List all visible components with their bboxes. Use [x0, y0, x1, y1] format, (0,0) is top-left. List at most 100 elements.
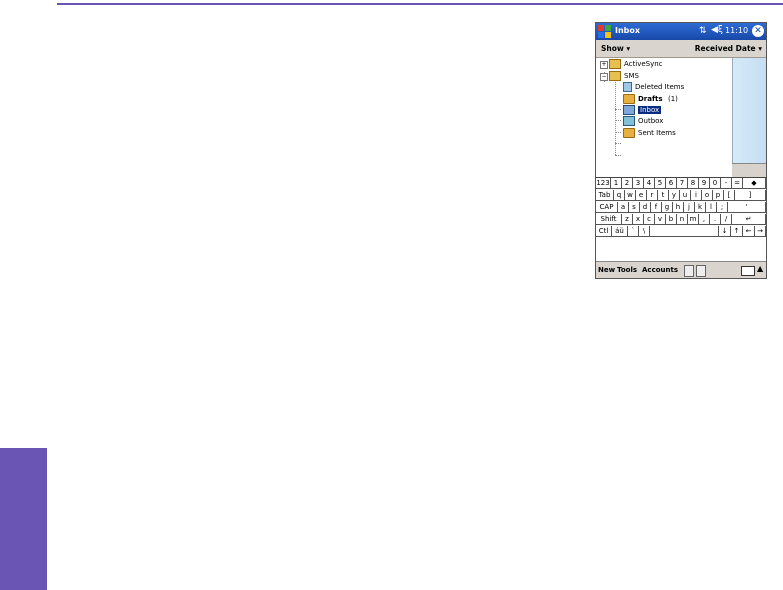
key[interactable]: , — [699, 214, 710, 225]
folder-inbox[interactable]: Inbox — [623, 105, 662, 115]
key[interactable]: ` — [628, 226, 639, 237]
key-space[interactable] — [650, 226, 719, 237]
key[interactable]: . — [710, 214, 721, 225]
key[interactable]: 8 — [688, 178, 699, 189]
folder-drafts[interactable]: Drafts (1) — [623, 94, 678, 104]
key[interactable]: r — [647, 190, 658, 201]
key[interactable]: 5 — [655, 178, 666, 189]
key[interactable]: 7 — [677, 178, 688, 189]
collapse-toggle[interactable]: − — [600, 73, 608, 81]
keyboard-icon[interactable] — [741, 266, 755, 276]
key-shift[interactable]: Shift — [596, 214, 622, 225]
key-left[interactable]: ← — [743, 226, 755, 237]
scrollbar-bottom[interactable] — [732, 163, 766, 178]
window-title: Inbox — [615, 26, 641, 35]
key[interactable]: g — [662, 202, 673, 213]
drafts-count: (1) — [667, 95, 678, 103]
key-accents[interactable]: áü — [612, 226, 628, 237]
clock[interactable]: 11:10 — [725, 26, 748, 35]
folder-tree: + ActiveSync − SMS Deleted Items Drafts … — [596, 58, 732, 177]
key[interactable]: = — [732, 178, 743, 189]
key[interactable]: c — [644, 214, 655, 225]
key[interactable]: t — [658, 190, 669, 201]
keyboard-row-qwerty: Tab q w e r t y u i o p [ ] — [596, 190, 766, 202]
key[interactable]: k — [695, 202, 706, 213]
key[interactable]: 1 — [611, 178, 622, 189]
trash-icon — [623, 82, 632, 92]
accounts-menu[interactable]: Accounts — [642, 266, 678, 274]
keyboard-row-asdf: CAP a s d f g h j k l ; ' — [596, 202, 766, 214]
key[interactable]: ' — [728, 202, 766, 213]
key[interactable]: h — [673, 202, 684, 213]
key[interactable]: l — [706, 202, 717, 213]
send-receive-icon[interactable] — [684, 265, 694, 277]
key[interactable]: m — [688, 214, 699, 225]
key[interactable]: q — [614, 190, 625, 201]
key-right[interactable]: → — [755, 226, 766, 237]
key[interactable]: j — [684, 202, 695, 213]
key-ctrl[interactable]: Ctl — [596, 226, 612, 237]
key[interactable]: n — [677, 214, 688, 225]
show-menu[interactable]: Show ▾ — [601, 44, 630, 53]
key[interactable]: / — [721, 214, 732, 225]
sort-menu[interactable]: Received Date ▾ — [695, 44, 762, 53]
key[interactable]: ; — [717, 202, 728, 213]
folder-outbox[interactable]: Outbox — [623, 116, 663, 126]
key[interactable]: - — [721, 178, 732, 189]
key[interactable]: w — [625, 190, 636, 201]
sms-folder-icon — [609, 71, 621, 81]
key[interactable]: x — [633, 214, 644, 225]
key-123[interactable]: 123 — [596, 178, 611, 189]
key[interactable]: s — [629, 202, 640, 213]
key-caps[interactable]: CAP — [596, 202, 618, 213]
key[interactable]: y — [669, 190, 680, 201]
key[interactable]: 6 — [666, 178, 677, 189]
key[interactable]: 3 — [633, 178, 644, 189]
outbox-icon — [623, 116, 635, 126]
key[interactable]: p — [713, 190, 724, 201]
folder-activesync[interactable]: ActiveSync — [609, 59, 663, 69]
key[interactable]: b — [666, 214, 677, 225]
command-bar: New Tools Accounts ▲ — [596, 261, 766, 278]
tools-menu[interactable]: Tools — [617, 266, 637, 274]
key[interactable]: \ — [639, 226, 650, 237]
inbox-icon — [623, 105, 635, 115]
folder-list-icon[interactable] — [696, 265, 706, 277]
key[interactable]: u — [680, 190, 691, 201]
input-selector-arrow-icon[interactable]: ▲ — [757, 264, 763, 273]
connectivity-icon[interactable]: ⇅ — [699, 26, 707, 36]
key[interactable]: ] — [735, 190, 766, 201]
folder-sms[interactable]: SMS — [609, 71, 639, 81]
key[interactable]: [ — [724, 190, 735, 201]
title-bar: Inbox ⇅ ◀ξ 11:10 ✕ — [596, 23, 766, 40]
vertical-scrollbar[interactable] — [732, 58, 766, 177]
close-button[interactable]: ✕ — [752, 25, 764, 37]
key[interactable]: i — [691, 190, 702, 201]
key[interactable]: 2 — [622, 178, 633, 189]
key-backspace[interactable]: ◆ — [743, 178, 766, 189]
view-menu-bar: Show ▾ Received Date ▾ — [596, 40, 766, 58]
key[interactable]: v — [655, 214, 666, 225]
key-up[interactable]: ↑ — [731, 226, 743, 237]
key-tab[interactable]: Tab — [596, 190, 614, 201]
key-enter[interactable]: ↵ — [732, 214, 766, 225]
key[interactable]: f — [651, 202, 662, 213]
folder-sent-items[interactable]: Sent Items — [623, 128, 676, 138]
keyboard-row-bottom: Ctl áü ` \ ↓ ↑ ← → — [596, 226, 766, 238]
key[interactable]: 0 — [710, 178, 721, 189]
windows-start-icon[interactable] — [598, 25, 611, 38]
key[interactable]: d — [640, 202, 651, 213]
key[interactable]: 9 — [699, 178, 710, 189]
sent-folder-icon — [623, 128, 635, 138]
key-down[interactable]: ↓ — [719, 226, 731, 237]
key[interactable]: e — [636, 190, 647, 201]
keyboard-row-zxcv: Shift z x c v b n m , . / ↵ — [596, 214, 766, 226]
key[interactable]: z — [622, 214, 633, 225]
new-menu[interactable]: New — [598, 266, 615, 274]
key[interactable]: a — [618, 202, 629, 213]
key[interactable]: o — [702, 190, 713, 201]
folder-deleted-items[interactable]: Deleted Items — [623, 82, 684, 92]
key[interactable]: 4 — [644, 178, 655, 189]
expand-toggle[interactable]: + — [600, 61, 608, 69]
speaker-icon[interactable]: ◀ξ — [711, 25, 723, 35]
